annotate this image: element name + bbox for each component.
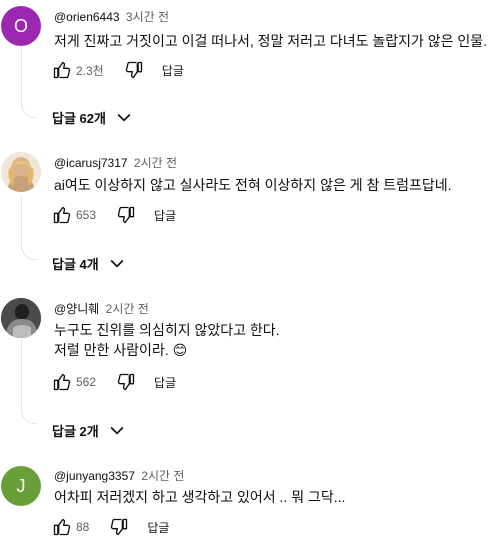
comment-actions: 653 답글	[50, 203, 176, 227]
comment-time[interactable]: 2시간 전	[134, 156, 177, 170]
like-button[interactable]	[50, 58, 74, 82]
avatar[interactable]	[1, 152, 41, 192]
like-button[interactable]	[50, 203, 74, 227]
comment-author[interactable]: @orien6443	[54, 10, 120, 24]
dislike-button[interactable]	[107, 515, 131, 539]
comment-time[interactable]: 3시간 전	[126, 10, 169, 24]
avatar[interactable]	[1, 298, 41, 338]
avatar[interactable]: J	[1, 466, 41, 506]
thumbs-down-icon	[117, 373, 135, 391]
dislike-button[interactable]	[114, 370, 138, 394]
avatar-image	[1, 298, 41, 338]
thread-line	[21, 196, 22, 250]
like-count: 653	[76, 208, 97, 222]
like-count: 562	[76, 375, 97, 389]
comment-time[interactable]: 2시간 전	[141, 469, 184, 483]
like-button[interactable]	[50, 515, 74, 539]
comment-text: 누구도 진위를 의심히지 않았다고 한다. 저럴 만한 사람이라. 😊	[54, 322, 280, 358]
chevron-down-icon	[110, 259, 124, 268]
thread-line	[21, 340, 22, 414]
comment-author[interactable]: @junyang3357	[54, 469, 135, 483]
comment-text: ai여도 이상하지 않고 실사라도 전혀 이상하지 않은 게 참 트럼프답네.	[54, 177, 452, 193]
like-button[interactable]	[50, 370, 74, 394]
like-count: 2.3천	[76, 63, 104, 78]
reply-button[interactable]: 답글	[162, 62, 184, 79]
view-replies-button[interactable]: 답글 62개	[52, 105, 134, 129]
reply-button[interactable]: 답글	[154, 207, 176, 224]
thread-curve	[21, 104, 37, 118]
thumbs-up-icon	[53, 518, 71, 536]
thumbs-down-icon	[111, 518, 128, 536]
chevron-down-icon	[117, 113, 131, 122]
thread-line	[21, 46, 22, 108]
reply-button[interactable]: 답글	[147, 519, 169, 536]
thumbs-down-icon	[117, 206, 135, 224]
thread-curve	[21, 410, 37, 424]
view-replies-button[interactable]: 답글 4개	[52, 251, 127, 275]
reply-button[interactable]: 답글	[154, 374, 176, 391]
comment-text: 어차피 저러겠지 하고 생각하고 있어서 .. 뭐 그닥...	[54, 489, 346, 505]
comment-time[interactable]: 2시간 전	[106, 302, 149, 316]
chevron-down-icon	[110, 426, 124, 435]
thumbs-up-icon	[53, 373, 71, 391]
avatar[interactable]: O	[1, 6, 41, 46]
like-count: 88	[76, 520, 90, 534]
view-replies-button[interactable]: 답글 2개	[52, 418, 127, 442]
dislike-button[interactable]	[122, 58, 146, 82]
comment-author[interactable]: @icarusj7317	[54, 156, 128, 170]
comment-actions: 88 답글	[50, 515, 169, 539]
comment-actions: 2.3천 답글	[50, 58, 184, 82]
dislike-button[interactable]	[114, 203, 138, 227]
thumbs-down-icon	[125, 61, 142, 79]
thumbs-up-icon	[53, 206, 71, 224]
thumbs-up-icon	[53, 61, 71, 79]
comment-actions: 562 답글	[50, 370, 176, 394]
thread-curve	[21, 246, 37, 260]
avatar-image	[1, 152, 41, 192]
comment-author[interactable]: @양니훼	[54, 302, 99, 316]
comment-text: 저게 진짜고 거짓이고 이걸 떠나서, 정말 저러고 다녀도 놀랍지가 않은 인…	[54, 33, 488, 49]
